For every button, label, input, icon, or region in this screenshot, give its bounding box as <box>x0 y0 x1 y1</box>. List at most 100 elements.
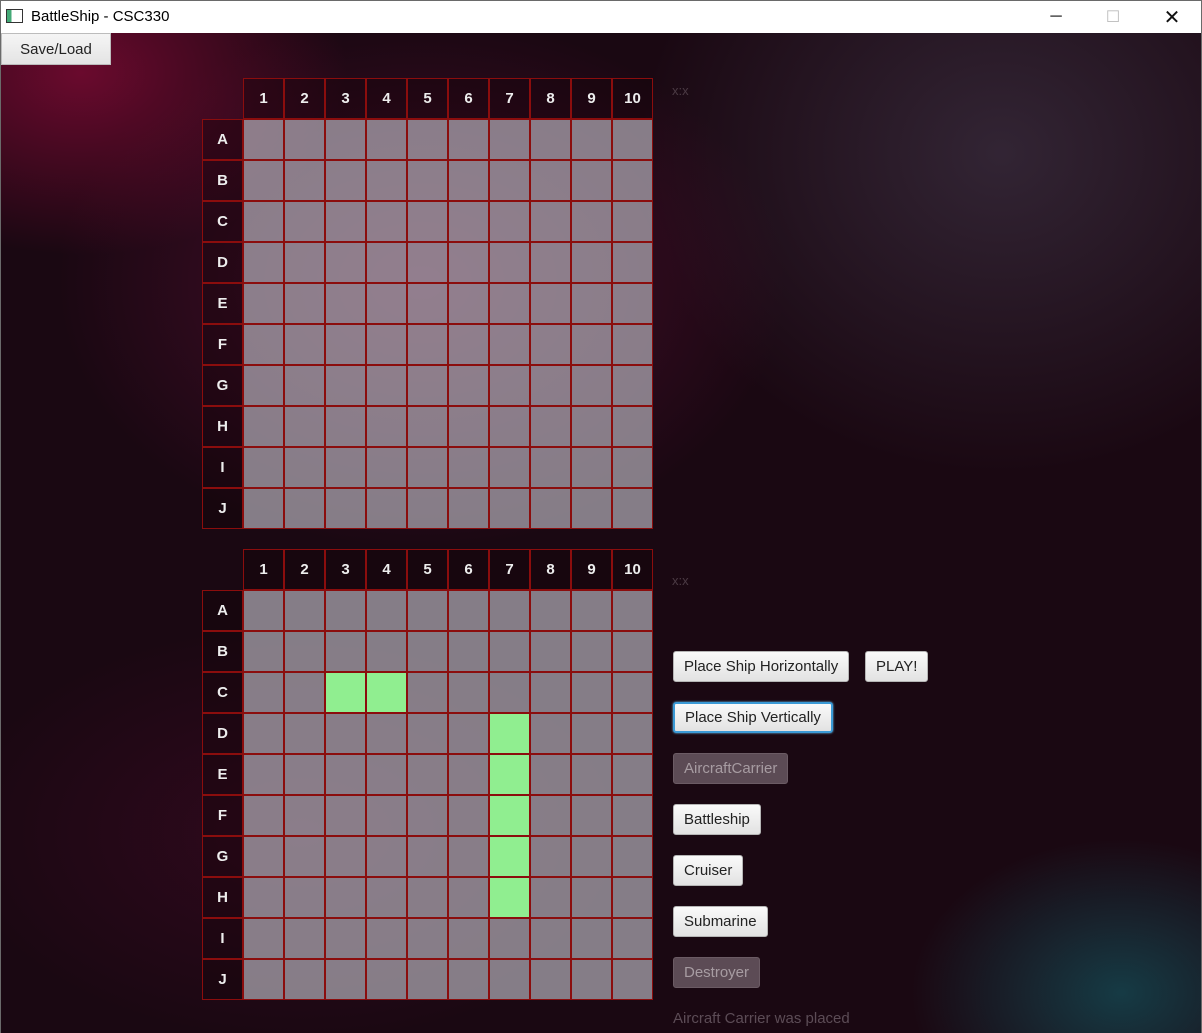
grid-cell[interactable] <box>530 242 571 283</box>
grid-cell[interactable] <box>571 631 612 672</box>
grid-cell[interactable] <box>407 201 448 242</box>
grid-cell[interactable] <box>530 324 571 365</box>
grid-cell[interactable] <box>325 836 366 877</box>
grid-cell[interactable] <box>612 713 653 754</box>
maximize-button[interactable]: ☐ <box>1084 1 1142 33</box>
grid-cell[interactable] <box>243 283 284 324</box>
grid-cell[interactable] <box>284 119 325 160</box>
grid-cell[interactable] <box>612 201 653 242</box>
grid-cell[interactable] <box>530 590 571 631</box>
grid-cell[interactable] <box>407 836 448 877</box>
grid-cell[interactable] <box>489 160 530 201</box>
grid-cell[interactable] <box>612 160 653 201</box>
grid-cell[interactable] <box>407 324 448 365</box>
grid-cell[interactable] <box>571 160 612 201</box>
grid-cell[interactable] <box>243 918 284 959</box>
grid-cell[interactable] <box>284 365 325 406</box>
grid-cell[interactable] <box>612 406 653 447</box>
grid-cell[interactable] <box>243 877 284 918</box>
grid-cell[interactable] <box>448 959 489 1000</box>
grid-cell[interactable] <box>571 201 612 242</box>
grid-cell[interactable] <box>448 119 489 160</box>
grid-cell[interactable] <box>366 447 407 488</box>
grid-cell[interactable] <box>489 672 530 713</box>
grid-cell[interactable] <box>448 201 489 242</box>
grid-cell[interactable] <box>448 447 489 488</box>
save-load-button[interactable]: Save/Load <box>1 33 111 65</box>
grid-cell[interactable] <box>571 119 612 160</box>
grid-cell[interactable] <box>284 488 325 529</box>
grid-cell[interactable] <box>530 795 571 836</box>
grid-cell[interactable] <box>366 324 407 365</box>
grid-cell[interactable] <box>448 406 489 447</box>
grid-cell[interactable] <box>612 918 653 959</box>
grid-cell[interactable] <box>284 242 325 283</box>
grid-cell[interactable] <box>325 713 366 754</box>
grid-cell[interactable] <box>407 590 448 631</box>
grid-cell[interactable] <box>571 447 612 488</box>
grid-cell[interactable] <box>284 836 325 877</box>
grid-cell[interactable] <box>489 447 530 488</box>
grid-cell[interactable] <box>243 365 284 406</box>
grid-cell[interactable] <box>325 406 366 447</box>
grid-cell[interactable] <box>571 836 612 877</box>
grid-cell[interactable] <box>612 447 653 488</box>
ship-button-cruiser[interactable]: Cruiser <box>673 855 744 886</box>
grid-cell[interactable] <box>448 283 489 324</box>
grid-cell[interactable] <box>407 447 448 488</box>
grid-cell[interactable] <box>325 877 366 918</box>
grid-cell[interactable] <box>366 918 407 959</box>
grid-cell[interactable] <box>448 795 489 836</box>
grid-cell[interactable] <box>366 406 407 447</box>
grid-cell[interactable] <box>284 590 325 631</box>
ship-button-battleship[interactable]: Battleship <box>673 804 761 835</box>
grid-cell[interactable] <box>284 201 325 242</box>
grid-cell[interactable] <box>530 631 571 672</box>
ship-cell[interactable] <box>366 672 407 713</box>
grid-cell[interactable] <box>243 672 284 713</box>
ship-cell[interactable] <box>489 877 530 918</box>
grid-cell[interactable] <box>571 672 612 713</box>
place-vertical-button[interactable]: Place Ship Vertically <box>673 702 833 733</box>
grid-cell[interactable] <box>325 754 366 795</box>
grid-cell[interactable] <box>489 365 530 406</box>
grid-cell[interactable] <box>448 918 489 959</box>
grid-cell[interactable] <box>571 959 612 1000</box>
grid-cell[interactable] <box>243 631 284 672</box>
grid-cell[interactable] <box>325 365 366 406</box>
grid-cell[interactable] <box>366 631 407 672</box>
grid-cell[interactable] <box>284 160 325 201</box>
grid-cell[interactable] <box>448 631 489 672</box>
grid-cell[interactable] <box>489 631 530 672</box>
grid-cell[interactable] <box>612 672 653 713</box>
ship-cell[interactable] <box>325 672 366 713</box>
grid-cell[interactable] <box>366 959 407 1000</box>
grid-cell[interactable] <box>612 365 653 406</box>
grid-cell[interactable] <box>489 201 530 242</box>
grid-cell[interactable] <box>530 406 571 447</box>
grid-cell[interactable] <box>243 713 284 754</box>
grid-cell[interactable] <box>325 488 366 529</box>
grid-cell[interactable] <box>366 201 407 242</box>
grid-cell[interactable] <box>448 324 489 365</box>
grid-cell[interactable] <box>407 406 448 447</box>
grid-cell[interactable] <box>530 672 571 713</box>
grid-cell[interactable] <box>284 406 325 447</box>
grid-cell[interactable] <box>325 918 366 959</box>
grid-cell[interactable] <box>530 959 571 1000</box>
grid-cell[interactable] <box>448 365 489 406</box>
grid-cell[interactable] <box>325 283 366 324</box>
grid-cell[interactable] <box>407 918 448 959</box>
grid-cell[interactable] <box>284 918 325 959</box>
grid-cell[interactable] <box>366 754 407 795</box>
grid-cell[interactable] <box>243 447 284 488</box>
grid-cell[interactable] <box>571 590 612 631</box>
grid-cell[interactable] <box>243 836 284 877</box>
grid-cell[interactable] <box>612 959 653 1000</box>
grid-cell[interactable] <box>325 631 366 672</box>
grid-cell[interactable] <box>366 119 407 160</box>
grid-cell[interactable] <box>325 959 366 1000</box>
grid-cell[interactable] <box>243 488 284 529</box>
grid-cell[interactable] <box>284 713 325 754</box>
grid-cell[interactable] <box>325 160 366 201</box>
